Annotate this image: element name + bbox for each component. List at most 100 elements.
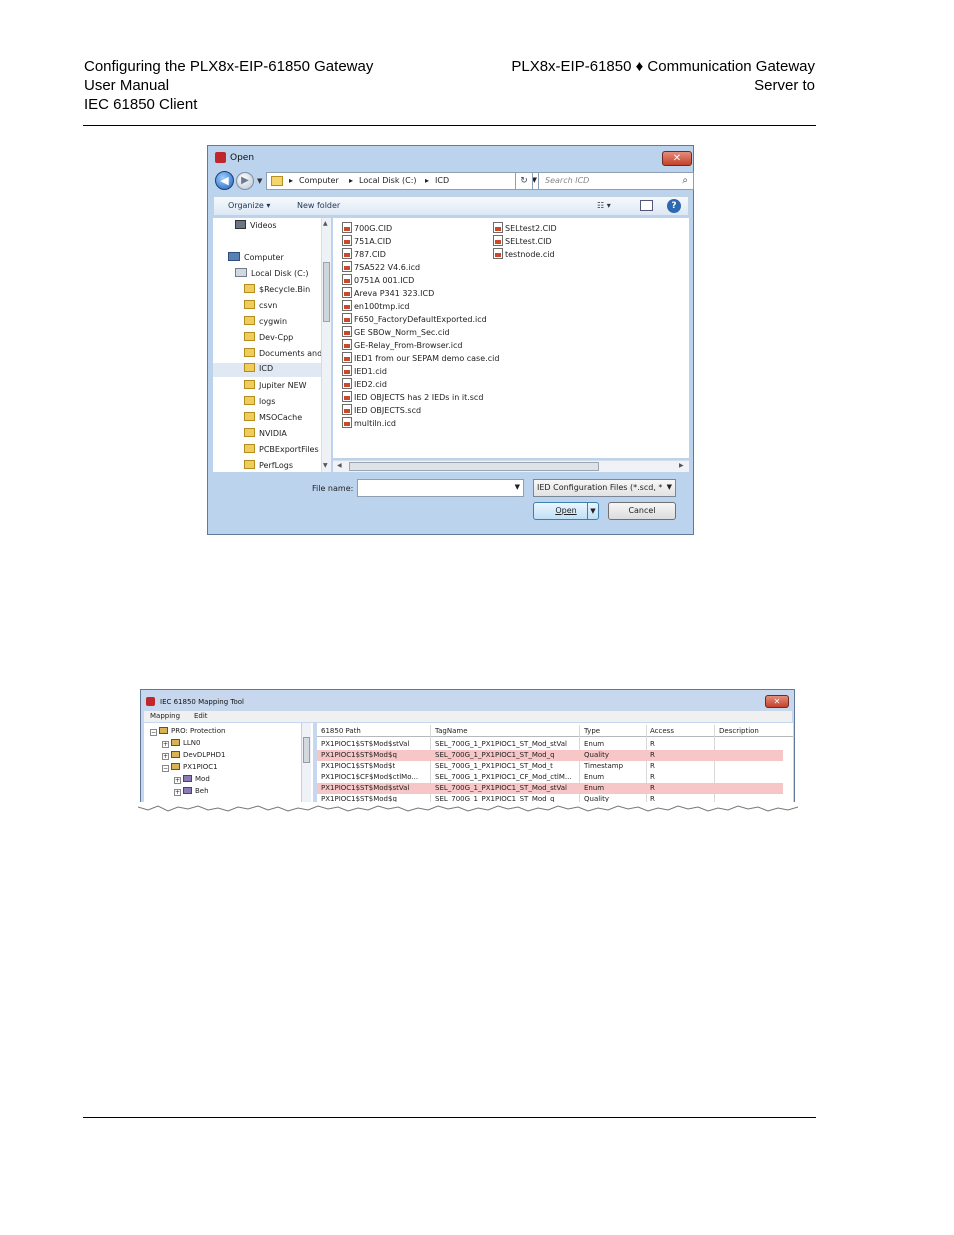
nav-item-recycle-bin[interactable]: $Recycle.Bin [213,284,323,298]
open-dialog: Open ✕ ◀ ▶ ▼ ▸ Computer ▸ Local Disk (C:… [207,145,694,535]
file-item[interactable]: GE-Relay_From-Browser.icd [342,339,462,350]
tree-node[interactable]: + DevDLPHD1 [162,751,225,760]
footer-rule [83,1117,816,1118]
tree-node[interactable]: + LLN0 [162,739,201,748]
file-item[interactable]: SELtest.CID [493,235,552,246]
nav-item-local-disk[interactable]: Local Disk (C:) [213,268,323,282]
column-type[interactable]: Type [584,727,600,735]
nav-item-documents[interactable]: Documents and [213,348,323,362]
tree-node[interactable]: − PRO: Protection [150,727,225,736]
file-item[interactable]: IED OBJECTS.scd [342,404,421,415]
nav-item-msocache[interactable]: MSOCache [213,412,323,426]
file-item[interactable]: 7SA522 V4.6.icd [342,261,420,272]
chevron-down-icon[interactable]: ▼ [515,483,520,491]
file-list-scrollbar[interactable]: ◀ ▶ [333,460,689,472]
table-cell-path: PX1PIOC1$ST$Mod$stVal [321,740,410,748]
scrollbar-thumb[interactable] [303,737,310,763]
file-item[interactable]: en100tmp.icd [342,300,410,311]
nav-item-dev-cpp[interactable]: Dev-Cpp [213,332,323,346]
collapse-icon[interactable]: − [150,729,157,736]
nav-item-nvidia[interactable]: NVIDIA [213,428,323,442]
file-item[interactable]: IED1.cid [342,365,387,376]
file-icon [342,300,352,311]
search-input[interactable]: Search ICD [545,176,589,185]
expand-icon[interactable]: + [162,741,169,748]
table-row[interactable]: PX1PIOC1$ST$Mod$stVal SEL_700G_1_PX1PIOC1… [317,739,783,750]
table-row[interactable]: PX1PIOC1$ST$Mod$stVal SEL_700G_1_PX1PIOC1… [317,783,783,794]
table-row[interactable]: PX1PIOC1$ST$Mod$t SEL_700G_1_PX1PIOC1_ST_… [317,761,783,772]
scroll-down-icon[interactable]: ▼ [323,462,328,469]
expand-icon[interactable]: + [174,777,181,784]
scrollbar-thumb[interactable] [323,262,330,322]
file-item[interactable]: 787.CID [342,248,386,259]
close-button[interactable]: ✕ [765,695,789,708]
open-dropdown-icon[interactable]: ▼ [587,503,598,519]
tree-node[interactable]: + Mod [174,775,210,784]
scrollbar-thumb[interactable] [349,462,599,471]
scroll-up-icon[interactable]: ▲ [323,220,328,227]
tree-node[interactable]: − PX1PIOC1 [162,763,218,772]
column-61850-path[interactable]: 61850 Path [321,727,361,735]
chevron-down-icon[interactable]: ▼ [667,483,672,491]
collapse-icon[interactable]: − [162,765,169,772]
tree-node[interactable]: + Beh [174,787,209,796]
refresh-button[interactable]: ↻ [515,172,533,190]
nav-item-cygwin[interactable]: cygwin [213,316,323,330]
nav-item-csvn[interactable]: csvn [213,300,323,314]
node-icon [183,787,192,794]
nav-item-icd[interactable]: ICD [213,363,323,377]
file-item[interactable]: F650_FactoryDefaultExported.icd [342,313,487,324]
address-bar[interactable]: ▸ Computer ▸ Local Disk (C:) ▸ ICD ▼ [266,172,542,190]
file-name-input[interactable]: ▼ [357,479,524,497]
nav-item-perflogs[interactable]: PerfLogs [213,460,323,472]
file-item[interactable]: multiln.icd [342,417,396,428]
nav-item-logs[interactable]: logs [213,396,323,410]
column-tagname[interactable]: TagName [435,727,468,735]
back-button[interactable]: ◀ [215,171,234,190]
file-item[interactable]: 0751A 001.ICD [342,274,414,285]
menu-edit[interactable]: Edit [194,712,208,720]
menu-mapping[interactable]: Mapping [150,712,180,720]
recent-locations-dropdown[interactable]: ▼ [257,177,262,185]
expand-icon[interactable]: + [174,789,181,796]
file-item[interactable]: 700G.CID [342,222,392,233]
table-cell-tag: SEL_700G_1_PX1PIOC1_ST_Mod_t [435,762,553,770]
breadcrumb-computer[interactable]: Computer [299,176,339,185]
file-name: 700G.CID [354,224,393,233]
table-row[interactable]: PX1PIOC1$ST$Mod$q SEL_700G_1_PX1PIOC1_ST_… [317,750,783,761]
cancel-button[interactable]: Cancel [608,502,676,520]
breadcrumb-local-disk[interactable]: Local Disk (C:) [359,176,417,185]
nav-item-computer[interactable]: Computer [213,252,323,266]
open-button[interactable]: Open ▼ [533,502,599,520]
nav-item-jupiter-new[interactable]: Jupiter NEW [213,380,323,394]
file-item[interactable]: IED1 from our SEPAM demo case.cid [342,352,499,363]
column-description[interactable]: Description [719,727,759,735]
new-folder-button[interactable]: New folder [297,201,340,210]
file-type-select[interactable]: IED Configuration Files (*.scd, * ▼ [533,479,676,497]
nav-item-pcbexportfiles[interactable]: PCBExportFiles [213,444,323,458]
file-item[interactable]: IED2.cid [342,378,387,389]
tree-scrollbar[interactable] [301,723,311,803]
file-item[interactable]: Areva P341 323.ICD [342,287,434,298]
organize-button[interactable]: Organize ▾ [228,201,270,210]
column-access[interactable]: Access [650,727,674,735]
file-item[interactable]: testnode.cid [493,248,555,259]
file-item[interactable]: SELtest2.CID [493,222,557,233]
breadcrumb-icd[interactable]: ICD [435,176,449,185]
expand-icon[interactable]: + [162,753,169,760]
file-item[interactable]: GE SBOw_Norm_Sec.cid [342,326,450,337]
preview-pane-icon[interactable] [640,200,653,211]
nav-item-videos[interactable]: Videos [213,220,323,234]
file-item[interactable]: 751A.CID [342,235,391,246]
search-icon[interactable]: ⌕ [682,175,688,186]
scroll-left-icon[interactable]: ◀ [337,462,342,469]
search-box[interactable]: Search ICD ⌕ [538,172,694,190]
close-button[interactable]: ✕ [662,151,692,166]
navigation-scrollbar[interactable]: ▲ ▼ [321,218,331,472]
file-item[interactable]: IED OBJECTS has 2 IEDs in it.scd [342,391,483,402]
view-options-icon[interactable]: ☷ ▾ [597,201,611,210]
forward-button[interactable]: ▶ [236,172,254,190]
scroll-right-icon[interactable]: ▶ [679,462,684,469]
table-row[interactable]: PX1PIOC1$CF$Mod$ctlMo... SEL_700G_1_PX1PI… [317,772,783,783]
help-icon[interactable]: ? [667,199,681,213]
